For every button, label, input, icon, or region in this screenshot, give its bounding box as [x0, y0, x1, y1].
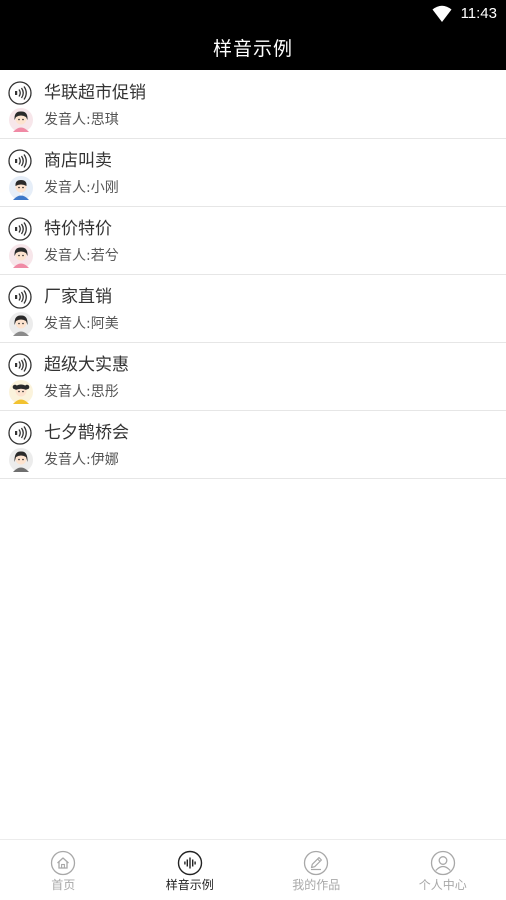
- sample-title: 厂家直销: [44, 287, 112, 307]
- tab-samples[interactable]: 样音示例: [127, 840, 254, 900]
- speaker-name: 发音人:若兮: [44, 248, 119, 264]
- sample-title: 商店叫卖: [44, 151, 112, 171]
- app-screen: 11:43 样音示例 华联超市促销 发音人:思琪 商店叫卖 发音人:小刚 特价特…: [0, 0, 506, 900]
- girl-avatar-icon: [9, 108, 33, 132]
- child-avatar-icon: [9, 380, 33, 404]
- sample-title: 特价特价: [44, 219, 112, 239]
- sample-item[interactable]: 特价特价 发音人:若兮: [0, 207, 506, 275]
- speaker-icon[interactable]: [8, 421, 32, 445]
- speaker-icon[interactable]: [8, 149, 32, 173]
- tab-home[interactable]: 首页: [0, 840, 127, 900]
- girl-avatar-icon: [9, 244, 33, 268]
- speaker-icon[interactable]: [8, 353, 32, 377]
- tab-label: 首页: [51, 878, 76, 892]
- sample-list: 华联超市促销 发音人:思琪 商店叫卖 发音人:小刚 特价特价 发音人:若兮 厂家…: [0, 71, 506, 479]
- girl-avatar-icon: [9, 448, 33, 472]
- bottom-tab-bar: 首页 样音示例 我的作品 个人中心: [0, 839, 506, 900]
- sample-title: 超级大实惠: [44, 355, 129, 375]
- pencil-icon: [304, 850, 329, 876]
- sample-title: 七夕鹊桥会: [44, 423, 129, 443]
- sample-item[interactable]: 华联超市促销 发音人:思琪: [0, 71, 506, 139]
- girl-avatar-icon: [9, 312, 33, 336]
- status-time: 11:43: [460, 5, 497, 22]
- sample-item[interactable]: 超级大实惠 发音人:思彤: [0, 343, 506, 411]
- tab-my-works[interactable]: 我的作品: [253, 840, 380, 900]
- tab-label: 个人中心: [418, 878, 467, 892]
- tab-label: 样音示例: [165, 878, 214, 892]
- status-bar: 11:43: [0, 0, 506, 28]
- speaker-icon[interactable]: [8, 217, 32, 241]
- speaker-name: 发音人:伊娜: [44, 452, 119, 468]
- home-icon: [51, 850, 76, 876]
- sample-title: 华联超市促销: [44, 83, 146, 103]
- speaker-name: 发音人:小刚: [44, 180, 119, 196]
- tab-profile[interactable]: 个人中心: [380, 840, 506, 900]
- speaker-name: 发音人:阿美: [44, 316, 119, 332]
- page-title: 样音示例: [212, 38, 293, 60]
- speaker-name: 发音人:思彤: [44, 384, 119, 400]
- sample-item[interactable]: 七夕鹊桥会 发音人:伊娜: [0, 411, 506, 479]
- speaker-icon[interactable]: [8, 81, 32, 105]
- wifi-icon: [432, 5, 452, 22]
- sample-item[interactable]: 商店叫卖 发音人:小刚: [0, 139, 506, 207]
- tab-label: 我的作品: [292, 878, 341, 892]
- boy-avatar-icon: [9, 176, 33, 200]
- app-header: 样音示例: [0, 28, 506, 70]
- waveform-icon: [177, 850, 202, 876]
- speaker-name: 发音人:思琪: [44, 112, 119, 128]
- user-icon: [430, 850, 455, 876]
- sample-item[interactable]: 厂家直销 发音人:阿美: [0, 275, 506, 343]
- speaker-icon[interactable]: [8, 285, 32, 309]
